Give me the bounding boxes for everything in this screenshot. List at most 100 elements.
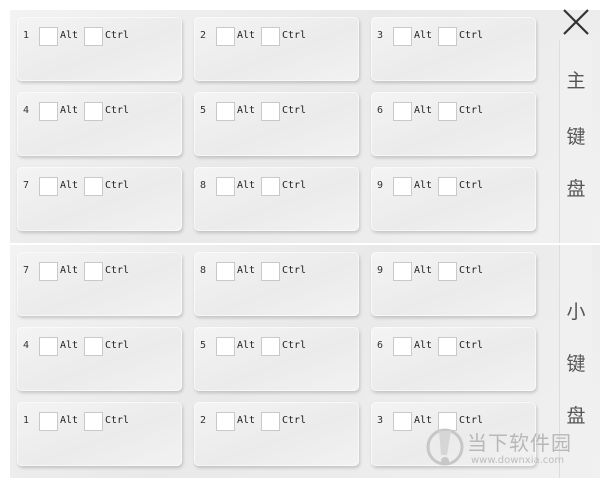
alt-checkbox[interactable] [39,102,58,121]
numpad-key-slot: 7 Alt Ctrl [17,252,182,316]
alt-checkbox[interactable] [39,27,58,46]
main-keyboard-title-char: 键 [566,126,586,148]
key-number-label: 8 [200,265,207,276]
numpad-key-slot: 1 Alt Ctrl [17,402,182,466]
alt-label: Alt [414,180,433,191]
ctrl-checkbox[interactable] [261,412,280,431]
numpad-key-slot: 5 Alt Ctrl [194,327,359,391]
ctrl-label: Ctrl [105,415,130,426]
close-icon[interactable] [562,8,590,36]
watermark-url: www.downxia.com [471,455,565,466]
alt-label: Alt [60,415,79,426]
ctrl-checkbox[interactable] [261,177,280,196]
ctrl-label: Ctrl [282,30,307,41]
alt-label: Alt [60,265,79,276]
main-keyboard-title-char: 主 [566,70,586,92]
alt-checkbox[interactable] [39,412,58,431]
key-number-label: 1 [23,30,30,41]
ctrl-label: Ctrl [105,30,130,41]
ctrl-label: Ctrl [105,180,130,191]
main-keyboard-side-tab[interactable]: 主 键 盘 [559,40,592,243]
main-keyboard-panel: 主 键 盘 1 Alt Ctrl 2 Alt Ctrl 3 Alt Ctrl 4 Alt Ctrl 5 A… [10,10,600,243]
ctrl-checkbox[interactable] [84,177,103,196]
key-number-label: 7 [23,180,30,191]
ctrl-label: Ctrl [459,30,484,41]
main-key-slot: 6 Alt Ctrl [371,92,536,156]
alt-checkbox[interactable] [393,337,412,356]
ctrl-checkbox[interactable] [261,262,280,281]
alt-checkbox[interactable] [393,27,412,46]
key-number-label: 5 [200,105,207,116]
alt-checkbox[interactable] [39,337,58,356]
alt-checkbox[interactable] [393,177,412,196]
main-key-slot: 9 Alt Ctrl [371,167,536,231]
ctrl-label: Ctrl [105,265,130,276]
alt-checkbox[interactable] [393,262,412,281]
key-number-label: 9 [377,180,384,191]
key-number-label: 4 [23,105,30,116]
alt-label: Alt [237,30,256,41]
key-number-label: 8 [200,180,207,191]
alt-checkbox[interactable] [216,102,235,121]
key-number-label: 2 [200,30,207,41]
ctrl-label: Ctrl [459,340,484,351]
key-number-label: 3 [377,30,384,41]
alt-label: Alt [237,105,256,116]
alt-label: Alt [60,105,79,116]
key-number-label: 5 [200,340,207,351]
ctrl-label: Ctrl [282,265,307,276]
alt-label: Alt [60,180,79,191]
downxia-logo-icon [426,428,464,466]
alt-checkbox[interactable] [216,27,235,46]
key-number-label: 4 [23,340,30,351]
ctrl-checkbox[interactable] [438,262,457,281]
main-key-slot: 7 Alt Ctrl [17,167,182,231]
ctrl-checkbox[interactable] [84,262,103,281]
ctrl-checkbox[interactable] [438,27,457,46]
alt-label: Alt [237,180,256,191]
alt-label: Alt [414,105,433,116]
alt-checkbox[interactable] [393,102,412,121]
ctrl-checkbox[interactable] [84,27,103,46]
alt-label: Alt [60,30,79,41]
key-number-label: 6 [377,340,384,351]
numpad-key-slot: 8 Alt Ctrl [194,252,359,316]
alt-checkbox[interactable] [39,262,58,281]
main-key-slot: 1 Alt Ctrl [17,17,182,81]
ctrl-label: Ctrl [459,105,484,116]
ctrl-checkbox[interactable] [438,177,457,196]
alt-checkbox[interactable] [216,337,235,356]
main-key-slot: 4 Alt Ctrl [17,92,182,156]
alt-label: Alt [414,30,433,41]
alt-checkbox[interactable] [216,262,235,281]
ctrl-checkbox[interactable] [84,102,103,121]
ctrl-label: Ctrl [282,105,307,116]
key-number-label: 1 [23,415,30,426]
ctrl-checkbox[interactable] [438,102,457,121]
watermark: 当下软件园 www.downxia.com [425,425,595,475]
ctrl-label: Ctrl [282,340,307,351]
ctrl-label: Ctrl [459,265,484,276]
ctrl-checkbox[interactable] [261,102,280,121]
ctrl-checkbox[interactable] [261,27,280,46]
ctrl-checkbox[interactable] [84,337,103,356]
numpad-key-slot: 2 Alt Ctrl [194,402,359,466]
key-number-label: 2 [200,415,207,426]
alt-checkbox[interactable] [393,412,412,431]
main-key-slot: 8 Alt Ctrl [194,167,359,231]
alt-label: Alt [60,340,79,351]
key-number-label: 3 [377,415,384,426]
ctrl-checkbox[interactable] [84,412,103,431]
alt-checkbox[interactable] [216,177,235,196]
numpad-key-slot: 4 Alt Ctrl [17,327,182,391]
alt-checkbox[interactable] [39,177,58,196]
ctrl-label: Ctrl [459,180,484,191]
main-key-slot: 5 Alt Ctrl [194,92,359,156]
alt-checkbox[interactable] [216,412,235,431]
key-number-label: 6 [377,105,384,116]
ctrl-checkbox[interactable] [261,337,280,356]
ctrl-label: Ctrl [105,105,130,116]
key-number-label: 7 [23,265,30,276]
main-keyboard-title-char: 盘 [566,178,586,200]
ctrl-checkbox[interactable] [438,337,457,356]
